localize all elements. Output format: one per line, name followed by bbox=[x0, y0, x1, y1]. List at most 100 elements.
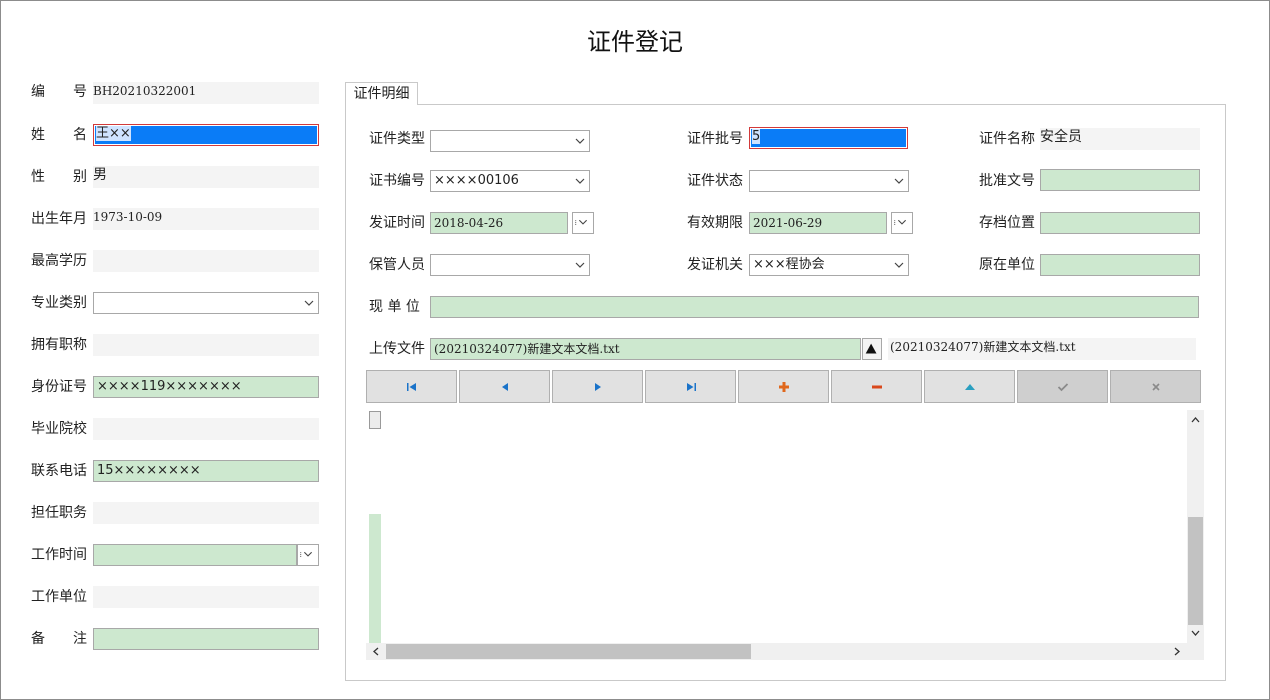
phone-input[interactable]: 15×××××××× bbox=[93, 460, 319, 482]
current-unit-input[interactable] bbox=[430, 296, 1199, 318]
archive-loc-label: 存档位置 bbox=[979, 215, 1035, 231]
vertical-scroll-thumb[interactable] bbox=[1188, 517, 1203, 625]
chevron-left-icon bbox=[373, 647, 379, 656]
next-record-icon bbox=[594, 382, 601, 391]
birth-label: 出生年月 bbox=[31, 211, 87, 227]
current-unit-label: 现 单 位 bbox=[369, 299, 420, 315]
valid-until-input[interactable]: 2021-06-29 bbox=[749, 212, 887, 234]
code-label: 编号 bbox=[31, 84, 87, 100]
upload-button[interactable] bbox=[862, 338, 882, 360]
cert-status-label: 证件状态 bbox=[687, 173, 743, 189]
chevron-down-icon bbox=[894, 262, 904, 268]
orig-unit-input[interactable] bbox=[1040, 254, 1200, 276]
cert-type-label: 证件类型 bbox=[369, 131, 425, 147]
remark-label: 备注 bbox=[31, 631, 87, 647]
issuer-select-value: ×××程协会 bbox=[753, 257, 825, 272]
issuer-label: 发证机关 bbox=[687, 257, 743, 273]
gender-value: 男 bbox=[93, 166, 319, 188]
chevron-right-icon bbox=[1174, 647, 1180, 656]
horizontal-scrollbar[interactable] bbox=[366, 643, 1187, 660]
issue-date-picker-button[interactable] bbox=[572, 212, 594, 234]
post-record-button[interactable] bbox=[1017, 370, 1108, 403]
orig-unit-label: 原在单位 bbox=[979, 257, 1035, 273]
cancel-record-button[interactable] bbox=[1110, 370, 1201, 403]
position-label: 担任职务 bbox=[31, 505, 87, 521]
education-label: 最高学历 bbox=[31, 253, 87, 269]
remark-input[interactable] bbox=[93, 628, 319, 650]
archive-loc-input[interactable] bbox=[1040, 212, 1200, 234]
approval-no-input[interactable] bbox=[1040, 169, 1200, 191]
last-record-button[interactable] bbox=[645, 370, 736, 403]
gender-label: 性别 bbox=[31, 169, 87, 185]
school-label: 毕业院校 bbox=[31, 421, 87, 437]
chevron-down-icon bbox=[304, 300, 314, 306]
approval-no-label: 批准文号 bbox=[979, 173, 1035, 189]
tab-cert-detail[interactable]: 证件明细 bbox=[345, 82, 418, 105]
edit-record-button[interactable] bbox=[924, 370, 1015, 403]
chevron-down-icon bbox=[300, 551, 313, 558]
valid-until-label: 有效期限 bbox=[687, 215, 743, 231]
page-title: 证件登记 bbox=[587, 28, 683, 56]
record-navigator bbox=[366, 370, 1201, 403]
position-value bbox=[93, 502, 319, 524]
valid-until-picker-button[interactable] bbox=[891, 212, 913, 234]
school-value bbox=[93, 418, 319, 440]
work-time-picker-button[interactable] bbox=[297, 544, 319, 566]
delete-icon bbox=[871, 385, 882, 388]
work-time-label: 工作时间 bbox=[31, 547, 87, 563]
cert-name-value: 安全员 bbox=[1040, 128, 1200, 150]
phone-label: 联系电话 bbox=[31, 463, 87, 479]
first-record-button[interactable] bbox=[366, 370, 457, 403]
cert-status-select[interactable] bbox=[749, 170, 909, 192]
chevron-up-icon bbox=[1191, 417, 1200, 423]
chevron-down-icon bbox=[575, 219, 588, 226]
last-record-icon bbox=[686, 382, 696, 391]
prev-record-icon bbox=[501, 382, 508, 391]
detail-grid[interactable] bbox=[366, 410, 1204, 660]
cert-name-label: 证件名称 bbox=[979, 131, 1035, 147]
upload-file-display: (20210324077)新建文本文档.txt bbox=[888, 338, 1196, 360]
upload-label: 上传文件 bbox=[369, 341, 425, 357]
prev-record-button[interactable] bbox=[459, 370, 550, 403]
id-number-label: 身份证号 bbox=[31, 379, 87, 395]
keeper-label: 保管人员 bbox=[369, 257, 425, 273]
delete-record-button[interactable] bbox=[831, 370, 922, 403]
next-record-button[interactable] bbox=[552, 370, 643, 403]
issue-date-input[interactable]: 2018-04-26 bbox=[430, 212, 568, 234]
cert-no-select[interactable]: ××××00106 bbox=[430, 170, 590, 192]
major-select[interactable] bbox=[93, 292, 319, 314]
cert-no-label: 证书编号 bbox=[369, 173, 425, 189]
chevron-down-icon bbox=[894, 178, 904, 184]
id-number-input[interactable]: ××××119××××××× bbox=[93, 376, 319, 398]
code-value: BH20210322001 bbox=[93, 82, 319, 104]
title-label: 拥有职称 bbox=[31, 337, 87, 353]
issuer-select[interactable]: ×××程协会 bbox=[749, 254, 909, 276]
keeper-select[interactable] bbox=[430, 254, 590, 276]
chevron-down-icon bbox=[1191, 630, 1200, 636]
grid-green-column bbox=[369, 514, 381, 643]
edit-icon bbox=[964, 383, 975, 390]
cert-batch-input[interactable]: 5 bbox=[749, 127, 908, 149]
chevron-down-icon bbox=[575, 262, 585, 268]
add-icon bbox=[778, 381, 789, 392]
birth-value: 1973-10-09 bbox=[93, 208, 319, 230]
vertical-scrollbar[interactable] bbox=[1187, 410, 1204, 643]
chevron-down-icon bbox=[575, 138, 585, 144]
chevron-down-icon bbox=[894, 219, 907, 226]
education-value bbox=[93, 250, 319, 272]
work-unit-label: 工作单位 bbox=[31, 589, 87, 605]
cert-type-select[interactable] bbox=[430, 130, 590, 152]
add-record-button[interactable] bbox=[738, 370, 829, 403]
first-record-icon bbox=[406, 382, 416, 391]
issue-date-label: 发证时间 bbox=[369, 215, 425, 231]
work-unit-value bbox=[93, 586, 319, 608]
horizontal-scroll-thumb[interactable] bbox=[386, 644, 751, 659]
title-value bbox=[93, 334, 319, 356]
work-time-input[interactable] bbox=[93, 544, 297, 566]
name-input[interactable]: 王×× bbox=[93, 124, 319, 146]
cert-no-select-value: ××××00106 bbox=[434, 173, 519, 188]
post-icon bbox=[1057, 382, 1068, 391]
scroll-corner bbox=[1187, 643, 1204, 660]
upload-file-input[interactable]: (20210324077)新建文本文档.txt bbox=[430, 338, 861, 360]
grid-row-indicator[interactable] bbox=[369, 411, 381, 429]
